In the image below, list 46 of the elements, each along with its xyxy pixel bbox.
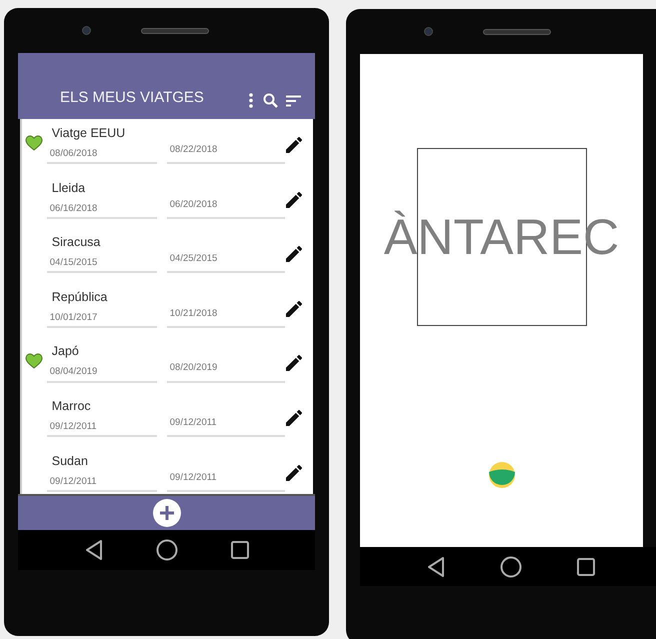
trip-name: Siracusa: [52, 234, 102, 250]
trip-name: Viatge EEUU: [52, 125, 126, 141]
date-field[interactable]: 06/16/2018: [46, 198, 157, 219]
sort-icon[interactable]: [286, 95, 301, 107]
trip-name: Japó: [52, 343, 80, 360]
pencil-icon[interactable]: [286, 355, 302, 372]
date-field[interactable]: 04/15/2015: [46, 252, 157, 274]
pencil-icon[interactable]: [286, 246, 302, 262]
date-field[interactable]: 09/12/2011: [166, 470, 285, 492]
camera-icon: [424, 27, 433, 36]
recents-icon[interactable]: [576, 558, 595, 576]
search-icon[interactable]: [263, 93, 278, 108]
date-field[interactable]: 09/12/2011: [166, 416, 285, 438]
app-title: ELS MEUS VIATGES: [60, 88, 205, 108]
speaker-grille: [483, 28, 551, 34]
date-field[interactable]: 06/20/2018: [166, 198, 285, 219]
pencil-icon[interactable]: [286, 192, 302, 208]
date-field[interactable]: 08/22/2018: [166, 143, 285, 164]
recents-icon[interactable]: [230, 541, 248, 559]
home-icon[interactable]: [156, 539, 178, 561]
add-icon[interactable]: [152, 499, 180, 527]
camera-icon: [82, 26, 91, 35]
heart-icon[interactable]: [25, 353, 44, 370]
heart-icon[interactable]: [25, 135, 44, 151]
trip-name: Lleida: [52, 180, 86, 196]
trip-name: República: [52, 288, 108, 305]
date-field[interactable]: 10/21/2018: [166, 306, 285, 328]
back-icon[interactable]: [84, 540, 102, 560]
date-field[interactable]: 08/06/2018: [46, 143, 157, 164]
pencil-icon[interactable]: [286, 300, 302, 317]
back-icon[interactable]: [427, 556, 446, 576]
trip-name: Sudan: [52, 452, 89, 469]
date-field[interactable]: 08/04/2019: [46, 361, 157, 383]
pencil-icon[interactable]: [286, 464, 302, 481]
home-icon[interactable]: [500, 556, 522, 578]
date-field[interactable]: 10/01/2017: [46, 306, 157, 328]
date-field[interactable]: 09/12/2011: [46, 416, 157, 438]
pencil-icon[interactable]: [286, 137, 302, 153]
more-icon[interactable]: [249, 93, 253, 108]
date-field[interactable]: 04/25/2015: [166, 252, 285, 274]
speaker-grille: [141, 28, 209, 34]
date-field[interactable]: 09/12/2011: [46, 470, 157, 492]
loading-icon: [488, 462, 514, 488]
date-field[interactable]: 08/20/2019: [166, 361, 285, 383]
trip-name: Marroc: [52, 398, 92, 414]
pencil-icon[interactable]: [286, 410, 302, 426]
